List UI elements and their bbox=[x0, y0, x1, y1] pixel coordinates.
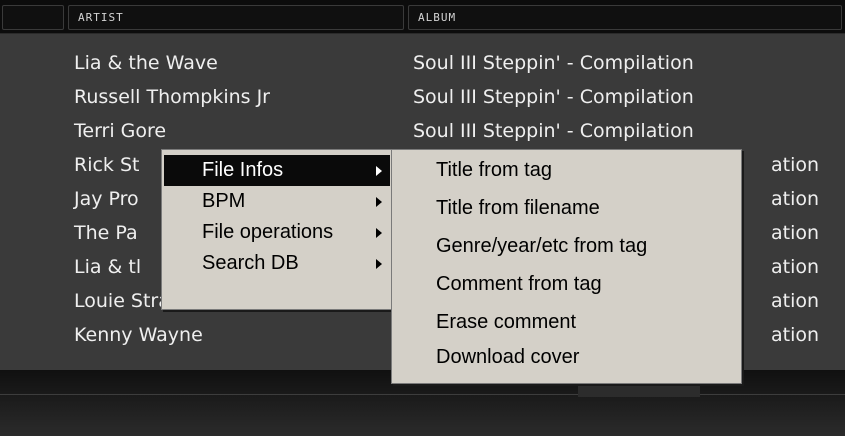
album-cell: ation bbox=[771, 290, 820, 312]
table-row[interactable]: Terri Gore Soul III Steppin' - Compilati… bbox=[0, 114, 845, 148]
table-row[interactable]: Russell Thompkins Jr Soul III Steppin' -… bbox=[0, 80, 845, 114]
submenu-arrow-icon bbox=[376, 166, 382, 176]
column-header-bar: ARTIST ALBUM bbox=[0, 0, 845, 34]
menu-item-title-from-tag[interactable]: Title from tag bbox=[394, 155, 739, 186]
album-cell: ation bbox=[771, 188, 820, 210]
album-cell: ation bbox=[771, 324, 820, 346]
menu-item-label: Download cover bbox=[436, 346, 580, 368]
divider bbox=[0, 394, 845, 395]
column-header-index[interactable] bbox=[2, 5, 64, 30]
column-header-album[interactable]: ALBUM bbox=[408, 5, 842, 30]
menu-item-label: Title from tag bbox=[436, 159, 552, 181]
menu-item-label: File operations bbox=[202, 221, 334, 243]
artist-cell: Lia & the Wave bbox=[74, 52, 218, 74]
menu-item-erase-comment[interactable]: Erase comment bbox=[394, 307, 739, 338]
submenu-arrow-icon bbox=[376, 259, 382, 269]
artist-cell: Rick St bbox=[74, 154, 140, 176]
artist-cell: Lia & tl bbox=[74, 256, 142, 278]
menu-item-download-cover[interactable]: Download cover bbox=[394, 342, 739, 373]
menu-item-search-db[interactable]: Search DB bbox=[164, 248, 390, 279]
album-cell: ation bbox=[771, 154, 820, 176]
album-cell: ation bbox=[771, 256, 820, 278]
menu-item-file-operations[interactable]: File operations bbox=[164, 217, 390, 248]
album-cell: Soul III Steppin' - Compilation bbox=[413, 52, 694, 74]
menu-item-label: Genre/year/etc from tag bbox=[436, 235, 648, 257]
artist-cell: Jay Pro bbox=[74, 188, 139, 210]
album-cell: ation bbox=[771, 222, 820, 244]
menu-item-label: Search DB bbox=[202, 252, 299, 274]
artist-cell: The Pa bbox=[74, 222, 138, 244]
menu-item-bpm[interactable]: BPM bbox=[164, 186, 390, 217]
menu-item-title-from-filename[interactable]: Title from filename bbox=[394, 193, 739, 224]
menu-item-label: BPM bbox=[202, 190, 246, 212]
album-cell: Soul III Steppin' - Compilation bbox=[413, 86, 694, 108]
submenu-file-infos: Title from tag Title from filename Genre… bbox=[391, 149, 742, 384]
menu-item-label: Erase comment bbox=[436, 311, 577, 333]
submenu-arrow-icon bbox=[376, 228, 382, 238]
menu-item-label: File Infos bbox=[202, 159, 284, 181]
bottom-tab[interactable] bbox=[578, 382, 700, 397]
column-header-artist[interactable]: ARTIST bbox=[68, 5, 404, 30]
menu-item-comment-from-tag[interactable]: Comment from tag bbox=[394, 269, 739, 300]
artist-cell: Kenny Wayne bbox=[74, 324, 203, 346]
menu-item-label: Comment from tag bbox=[436, 273, 602, 295]
context-menu: File Infos BPM File operations Search DB bbox=[161, 149, 393, 310]
album-cell: Soul III Steppin' - Compilation bbox=[413, 120, 694, 142]
artist-cell: Terri Gore bbox=[74, 120, 167, 142]
menu-item-label: Title from filename bbox=[436, 197, 600, 219]
menu-item-genre-year-from-tag[interactable]: Genre/year/etc from tag bbox=[394, 231, 739, 262]
menu-item-file-infos[interactable]: File Infos bbox=[164, 155, 390, 186]
submenu-arrow-icon bbox=[376, 197, 382, 207]
artist-cell: Russell Thompkins Jr bbox=[74, 86, 270, 108]
table-row[interactable]: Lia & the Wave Soul III Steppin' - Compi… bbox=[0, 46, 845, 80]
